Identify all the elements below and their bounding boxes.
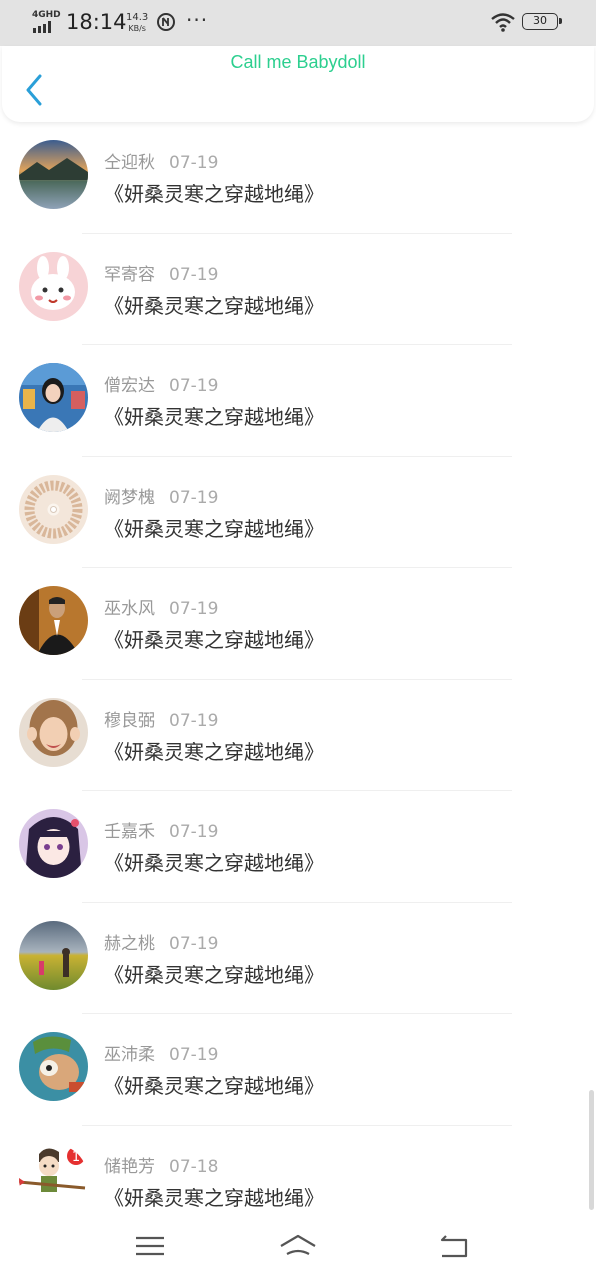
- home-icon: [280, 1234, 316, 1255]
- user-name[interactable]: 仝迎秋: [104, 153, 155, 173]
- user-name[interactable]: 储艳芳: [104, 1157, 155, 1177]
- avatar[interactable]: [19, 363, 88, 432]
- user-name[interactable]: 巫水风: [104, 599, 155, 619]
- comment-date: 07-19: [169, 822, 219, 842]
- list-item[interactable]: 罕寄容 07-19 《妍桑灵寒之穿越地绳》: [0, 234, 596, 345]
- list-item[interactable]: 穆良弼 07-19 《妍桑灵寒之穿越地绳》: [0, 680, 596, 791]
- list-item[interactable]: 阙梦槐 07-19 《妍桑灵寒之穿越地绳》: [0, 457, 596, 568]
- comment-date: 07-19: [169, 264, 219, 285]
- network-speed-unit: KB/s: [128, 24, 146, 33]
- network-speed-value: 14.3: [126, 12, 149, 23]
- avatar[interactable]: [19, 140, 88, 209]
- chevron-left-icon: [26, 74, 42, 106]
- comment-date: 07-18: [169, 1156, 219, 1177]
- comment-text: 《妍桑灵寒之穿越地绳》: [104, 293, 324, 318]
- user-name[interactable]: 僧宏达: [104, 376, 155, 396]
- scrollbar[interactable]: [589, 1090, 594, 1210]
- status-time: 18:14: [66, 10, 127, 34]
- comment-date: 07-19: [169, 599, 219, 619]
- svg-text:1: 1: [72, 1150, 80, 1165]
- wifi-icon: [491, 13, 515, 32]
- comment-meta: 巫水风 07-19: [104, 594, 218, 619]
- comment-meta: 储艳芳 07-18: [104, 1152, 218, 1177]
- list-item[interactable]: 巫水风 07-19 《妍桑灵寒之穿越地绳》: [0, 568, 596, 680]
- comment-meta: 壬嘉禾 07-19: [104, 817, 218, 842]
- comment-meta: 巫沛柔 07-19: [104, 1040, 218, 1065]
- comment-text: 《妍桑灵寒之穿越地绳》: [104, 1185, 324, 1210]
- page-header: Call me Babydoll: [2, 46, 594, 122]
- comment-meta: 阙梦槐 07-19: [104, 483, 218, 508]
- comment-text: 《妍桑灵寒之穿越地绳》: [104, 962, 324, 987]
- comment-text: 《妍桑灵寒之穿越地绳》: [104, 851, 324, 875]
- comment-text: 《妍桑灵寒之穿越地绳》: [104, 405, 324, 429]
- list-item[interactable]: 壬嘉禾 07-19 《妍桑灵寒之穿越地绳》: [0, 791, 596, 903]
- list-item[interactable]: 僧宏达 07-19 《妍桑灵寒之穿越地绳》: [0, 345, 596, 457]
- comment-text: 《妍桑灵寒之穿越地绳》: [104, 1074, 324, 1098]
- page-title: Call me Babydoll: [230, 52, 366, 72]
- list-item[interactable]: 仝迎秋 07-19 《妍桑灵寒之穿越地绳》: [0, 122, 596, 234]
- network-type: 4GHD: [32, 10, 61, 20]
- battery-indicator: 30: [522, 13, 562, 30]
- avatar[interactable]: [19, 809, 88, 878]
- back-nav-button[interactable]: [434, 1230, 474, 1262]
- user-name[interactable]: 赫之桃: [104, 934, 155, 954]
- comment-meta: 穆良弼 07-19: [104, 706, 218, 731]
- comment-text: 《妍桑灵寒之穿越地绳》: [104, 182, 324, 206]
- avatar[interactable]: [19, 586, 88, 655]
- user-name[interactable]: 穆良弼: [104, 711, 155, 731]
- user-name[interactable]: 罕寄容: [104, 265, 155, 285]
- user-name[interactable]: 壬嘉禾: [104, 822, 155, 842]
- avatar[interactable]: 1: [19, 1143, 88, 1213]
- avatar[interactable]: [19, 697, 88, 767]
- comment-text: 《妍桑灵寒之穿越地绳》: [104, 739, 324, 764]
- list-item[interactable]: 赫之桃 07-19 《妍桑灵寒之穿越地绳》: [0, 903, 596, 1014]
- avatar[interactable]: [19, 474, 88, 544]
- comment-meta: 仝迎秋 07-19: [104, 148, 218, 173]
- comment-text: 《妍桑灵寒之穿越地绳》: [104, 516, 324, 541]
- comment-date: 07-19: [169, 153, 219, 173]
- navigation-bar: [0, 1212, 596, 1280]
- network-speed: 14.3 KB/s: [126, 12, 148, 34]
- avatar[interactable]: [19, 1032, 88, 1101]
- comment-list: 仝迎秋 07-19 《妍桑灵寒之穿越地绳》 罕寄容 07-19 《妍桑灵寒之穿越地绳…: [0, 122, 596, 1237]
- menu-button[interactable]: [130, 1230, 170, 1262]
- comment-date: 07-19: [169, 1045, 219, 1065]
- comment-meta: 罕寄容 07-19: [104, 260, 218, 285]
- avatar[interactable]: [19, 251, 88, 321]
- list-item[interactable]: 巫沛柔 07-19 《妍桑灵寒之穿越地绳》: [0, 1014, 596, 1126]
- comment-meta: 赫之桃 07-19: [104, 929, 218, 954]
- more-notifications-icon: ···: [186, 8, 209, 32]
- comment-date: 07-19: [169, 933, 219, 954]
- home-button[interactable]: [278, 1230, 318, 1262]
- avatar[interactable]: [19, 920, 88, 990]
- nfc-icon: [157, 13, 175, 31]
- back-icon: [440, 1235, 468, 1258]
- comment-date: 07-19: [169, 710, 219, 731]
- comment-date: 07-19: [169, 487, 219, 508]
- user-name[interactable]: 巫沛柔: [104, 1045, 155, 1065]
- comment-text: 《妍桑灵寒之穿越地绳》: [104, 628, 324, 652]
- user-name[interactable]: 阙梦槐: [104, 488, 155, 508]
- menu-icon: [136, 1236, 164, 1256]
- signal-icon: [33, 21, 51, 33]
- back-button[interactable]: [20, 70, 50, 106]
- comment-meta: 僧宏达 07-19: [104, 371, 218, 396]
- status-bar: 4GHD 18:14 14.3 KB/s ··· 30: [0, 0, 596, 46]
- comment-date: 07-19: [169, 376, 219, 396]
